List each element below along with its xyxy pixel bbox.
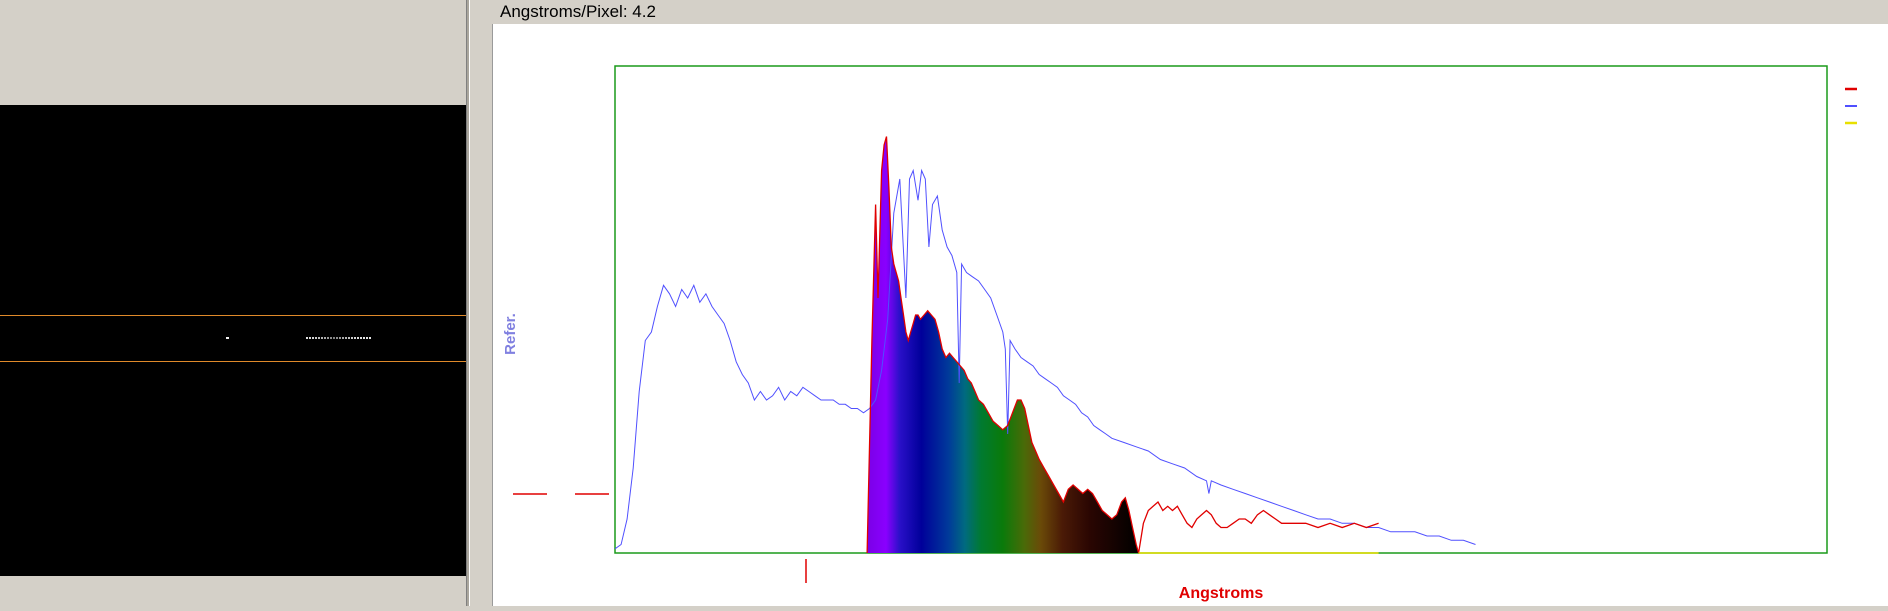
stripe-dot: [327, 337, 329, 339]
stripe-dot: [351, 337, 353, 339]
stripe-dot: [324, 337, 326, 339]
spectrum-panel: Angstroms/Pixel: 4.2 Refer. Angstroms: [470, 0, 1888, 606]
dispersion-value: 4.2: [632, 2, 656, 21]
y-axis-label: Refer.: [502, 313, 519, 355]
spectrum-plot-area[interactable]: Refer. Angstroms: [492, 24, 1888, 606]
stripe-dot: [342, 337, 344, 339]
stripe-dot: [333, 337, 335, 339]
stripe-dot: [345, 337, 347, 339]
stripe-dot: [357, 337, 359, 339]
dispersion-label: Angstroms/Pixel:: [500, 2, 628, 21]
stripe-dot: [330, 337, 332, 339]
plot-frame: [614, 65, 1828, 554]
camera-panel: [0, 0, 466, 606]
stripe-dot: [318, 337, 320, 339]
stripe-dot: [309, 337, 311, 339]
stripe-dot: [369, 337, 371, 339]
dispersion-readout: Angstroms/Pixel: 4.2: [500, 2, 656, 22]
stripe-dot: [312, 337, 314, 339]
spectrum-chart[interactable]: Refer. Angstroms: [493, 24, 1888, 606]
stripe-dot: [354, 337, 356, 339]
spectrum-stripe: [226, 337, 371, 339]
stripe-dot: [348, 337, 350, 339]
stripe-dot: [315, 337, 317, 339]
color-fill-area: [867, 136, 1139, 553]
stripe-dot: [360, 337, 362, 339]
stripe-dot: [226, 337, 229, 339]
stripe-dot: [363, 337, 365, 339]
stripe-dot: [336, 337, 338, 339]
stripe-dot: [306, 337, 308, 339]
stripe-dot: [321, 337, 323, 339]
camera-image[interactable]: [0, 105, 466, 576]
stripe-dot: [339, 337, 341, 339]
stripe-dot: [366, 337, 368, 339]
x-axis-label: Angstroms: [1179, 585, 1264, 602]
